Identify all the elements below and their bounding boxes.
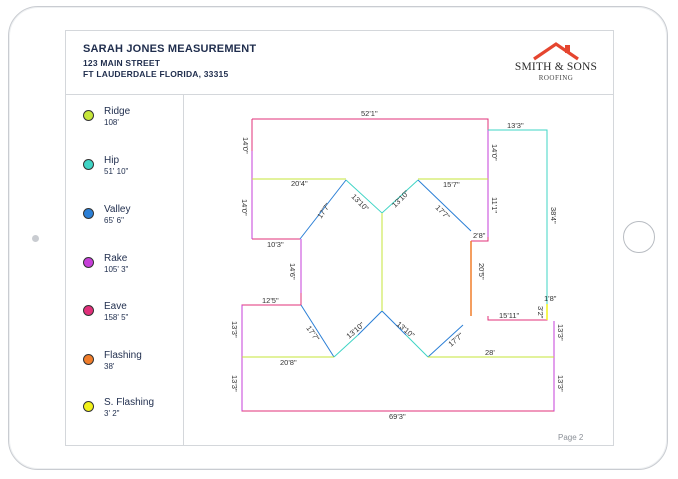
label-bottom-width: 69'3" <box>389 412 406 421</box>
tablet-home-button[interactable] <box>623 221 655 253</box>
label-center-hip-right: 13'10" <box>390 188 411 209</box>
label-right-valley: 17'7" <box>434 203 452 221</box>
label-left-top-height: 14'0" <box>241 137 250 154</box>
label-right-ridge: 15'7" <box>443 180 460 189</box>
label-left-waist: 14'6" <box>288 263 297 280</box>
label-center-hip-left: 13'10" <box>350 192 371 213</box>
report-page: SARAH JONES MEASUREMENT 123 MAIN STREET … <box>65 30 614 446</box>
label-lower-right-valley: 17'7" <box>447 331 466 349</box>
label-right-lower-height1: 13'3" <box>556 324 565 341</box>
label-right-top-height: 14'0" <box>490 144 499 161</box>
label-tiny-step: 3'2" <box>536 306 545 319</box>
label-left-lower-height2: 13'3" <box>230 375 239 392</box>
label-right-lower-ridge: 28' <box>485 348 495 357</box>
label-small-step: 1'8" <box>544 294 557 303</box>
label-top-width: 52'1" <box>361 109 378 118</box>
roof-diagram: 52'1" 13'3" 14'0" 14'0" 20'4" 15'7" 14'0… <box>230 109 565 421</box>
label-left-notch: 10'3" <box>267 240 284 249</box>
label-top-right-ext: 13'3" <box>507 121 524 130</box>
label-left-lower-notch: 12'5" <box>262 296 279 305</box>
label-right-step: 2'8" <box>473 231 486 240</box>
tablet-camera <box>32 235 39 242</box>
label-lower-left-valley: 17'7" <box>304 324 321 343</box>
label-right-lower-ext: 15'11" <box>499 311 520 320</box>
label-left-lower-height1: 13'3" <box>230 321 239 338</box>
label-far-right-height: 38'4" <box>549 207 558 224</box>
page-number: Page 2 <box>558 433 584 442</box>
hip-lines <box>333 129 548 358</box>
label-left-ridge: 20'4" <box>291 179 308 188</box>
label-flashing: 20'5" <box>477 263 486 280</box>
label-lower-hip-right: 13'10" <box>395 320 417 340</box>
label-left-mid-height: 14'0" <box>240 199 249 216</box>
label-left-lower-ridge: 20'8" <box>280 358 297 367</box>
label-right-height: 11'1" <box>490 197 499 213</box>
label-left-valley: 17'7" <box>315 201 332 220</box>
label-right-lower-height2: 13'3" <box>556 375 565 392</box>
